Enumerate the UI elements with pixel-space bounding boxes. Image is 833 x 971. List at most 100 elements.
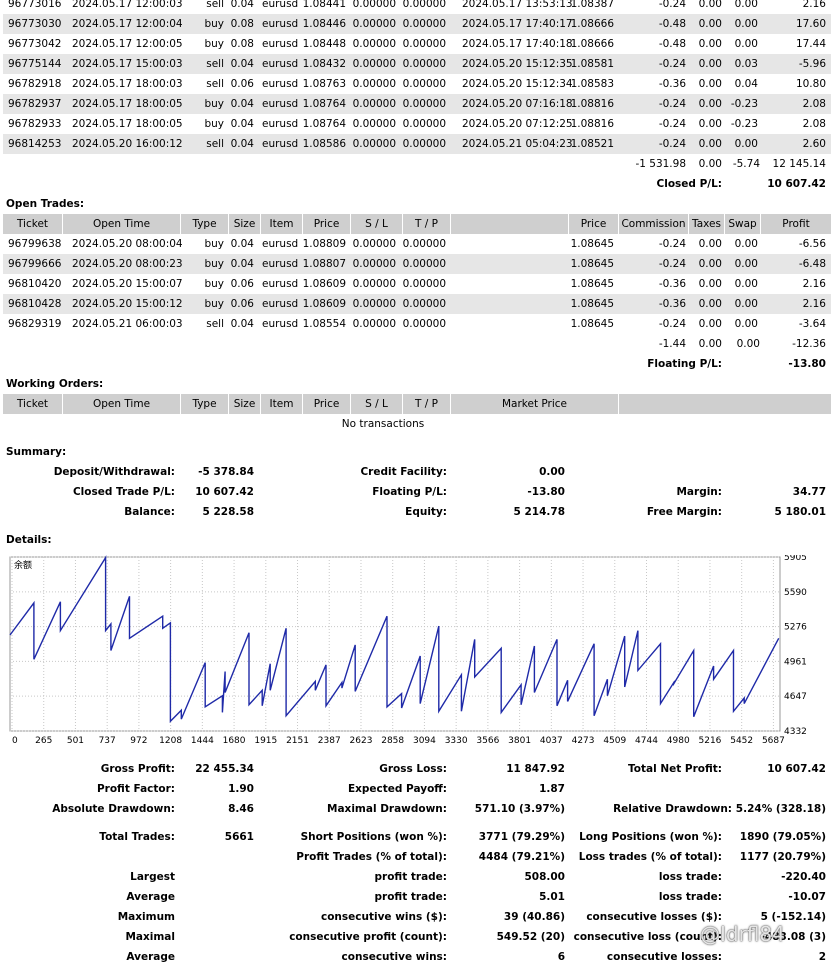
cell-price: 1.08763: [302, 78, 346, 90]
cell-taxes: 0.00: [698, 18, 722, 30]
working-orders-header: Ticket Open Time Type Size Item Price S …: [3, 394, 831, 414]
open-total-taxes: 0.00: [698, 338, 722, 350]
col-item[interactable]: Item: [261, 394, 303, 414]
col-market-price[interactable]: Price: [569, 214, 619, 234]
cell-open-time: 2024.05.17 18:00:05: [72, 118, 183, 130]
max-consecutive-wins-value: 39 (40.86): [503, 911, 565, 923]
table-row[interactable]: 96782937 2024.05.17 18:00:05 buy 0.04 eurusd…: [3, 94, 831, 114]
table-row[interactable]: 96782918 2024.05.17 18:00:03 sell 0.06 eurus…: [3, 74, 831, 94]
cell-type: buy: [204, 38, 224, 50]
col-type[interactable]: Type: [181, 214, 229, 234]
cell-commission: -0.24: [658, 258, 686, 270]
cell-type: buy: [204, 298, 224, 310]
free-margin-label: Free Margin:: [646, 506, 722, 518]
cell-close-price: 1.08521: [570, 138, 614, 150]
gross-profit-label: Gross Profit:: [100, 763, 175, 775]
cell-swap: -0.23: [730, 118, 758, 130]
cell-ticket: 96829319: [8, 318, 62, 330]
cell-commission: -0.24: [658, 118, 686, 130]
cell-close-price: 1.08816: [570, 118, 614, 130]
col-sl[interactable]: S / L: [351, 214, 403, 234]
cell-close-time: 2024.05.20 07:12:25: [462, 118, 573, 130]
average-label: Average: [126, 891, 175, 903]
cell-swap: 0.00: [734, 238, 758, 250]
max-consecutive-wins-label: consecutive wins ($):: [320, 911, 447, 923]
balance-chart: 0 265 501 737 972 1208 1444 1680 1915 2151 2387 262…: [6, 553, 828, 750]
cell-ticket: 96799666: [8, 258, 62, 270]
col-commission[interactable]: Commission: [619, 214, 689, 234]
x-tick-label: 4509: [603, 736, 626, 746]
cell-size: 0.04: [230, 58, 254, 70]
table-row[interactable]: 96773042 2024.05.17 12:00:05 buy 0.08 eurusd…: [3, 34, 831, 54]
cell-sl: 0.00000: [352, 118, 396, 130]
cell-ticket: 96773016: [8, 0, 62, 10]
table-row[interactable]: 96829319 2024.05.21 06:00:03 sell 0.04 eurus…: [3, 314, 831, 334]
table-row[interactable]: 96799638 2024.05.20 08:00:04 buy 0.04 eurusd…: [3, 234, 831, 254]
table-row[interactable]: 96814253 2024.05.20 16:00:12 sell 0.04 eurus…: [3, 134, 831, 154]
gross-profit-value: 22 455.34: [195, 763, 254, 775]
cell-profit: 2.08: [802, 98, 826, 110]
cell-tp: 0.00000: [402, 118, 446, 130]
table-row[interactable]: 96782933 2024.05.17 18:00:05 buy 0.04 eurusd…: [3, 114, 831, 134]
table-row[interactable]: 96775144 2024.05.17 15:00:03 sell 0.04 eurus…: [3, 54, 831, 74]
cell-ticket: 96782933: [8, 118, 62, 130]
cell-type: buy: [204, 278, 224, 290]
col-ticket[interactable]: Ticket: [3, 394, 63, 414]
equity-label: Equity:: [405, 506, 447, 518]
col-taxes[interactable]: Taxes: [689, 214, 725, 234]
cell-taxes: 0.00: [698, 318, 722, 330]
col-sl[interactable]: S / L: [351, 394, 403, 414]
col-price[interactable]: Price: [303, 394, 351, 414]
cell-sl: 0.00000: [352, 278, 396, 290]
table-row[interactable]: 96810428 2024.05.20 15:00:12 buy 0.06 eurusd…: [3, 294, 831, 314]
cell-item: eurusd: [262, 318, 299, 330]
cell-taxes: 0.00: [698, 238, 722, 250]
col-type[interactable]: Type: [181, 394, 229, 414]
x-tick-label: 1915: [254, 736, 277, 746]
table-row[interactable]: 96810420 2024.05.20 15:00:07 buy 0.06 eurusd…: [3, 274, 831, 294]
floating-value: -13.80: [527, 486, 565, 498]
col-swap[interactable]: Swap: [725, 214, 761, 234]
col-price[interactable]: Price: [303, 214, 351, 234]
largest-label: Largest: [130, 871, 175, 883]
x-tick-label: 501: [67, 736, 84, 746]
cell-type: buy: [204, 118, 224, 130]
plot-area: [9, 556, 781, 732]
cell-tp: 0.00000: [402, 58, 446, 70]
cell-close-time: 2024.05.20 07:16:18: [462, 98, 573, 110]
cell-size: 0.04: [230, 238, 254, 250]
cell-swap: 0.00: [734, 0, 758, 10]
cell-close-time: 2024.05.17 13:53:13: [462, 0, 573, 10]
col-profit[interactable]: Profit: [761, 214, 831, 234]
col-market-price[interactable]: Market Price: [451, 394, 619, 414]
largest-profit-value: 508.00: [524, 871, 565, 883]
col-tp[interactable]: T / P: [403, 214, 451, 234]
col-tp[interactable]: T / P: [403, 394, 451, 414]
col-open-time[interactable]: Open Time: [63, 214, 181, 234]
absolute-drawdown-label: Absolute Drawdown:: [52, 803, 175, 815]
cell-ticket: 96775144: [8, 58, 62, 70]
table-row[interactable]: 96773030 2024.05.17 12:00:04 buy 0.08 eurusd…: [3, 14, 831, 34]
cell-sl: 0.00000: [352, 38, 396, 50]
col-item[interactable]: Item: [261, 214, 303, 234]
cell-mprice: 1.08645: [570, 278, 614, 290]
col-size[interactable]: Size: [229, 214, 261, 234]
cell-sl: 0.00000: [352, 0, 396, 10]
cell-taxes: 0.00: [698, 58, 722, 70]
col-ticket[interactable]: Ticket: [3, 214, 63, 234]
table-row[interactable]: 96773016 2024.05.17 12:00:03 sell 0.04 eurus…: [3, 0, 831, 14]
cell-type: sell: [206, 138, 224, 150]
col-size[interactable]: Size: [229, 394, 261, 414]
x-tick-label: 4980: [667, 736, 690, 746]
open-total-profit: -12.36: [792, 338, 826, 350]
open-total-swap: 0.00: [736, 338, 760, 350]
closed-total-taxes: 0.00: [698, 158, 722, 170]
loss-trades-label: Loss trades (% of total):: [578, 851, 722, 863]
y-tick-label: 4647: [784, 692, 807, 702]
cell-price: 1.08554: [302, 318, 346, 330]
col-open-time[interactable]: Open Time: [63, 394, 181, 414]
cell-type: sell: [206, 318, 224, 330]
table-row[interactable]: 96799666 2024.05.20 08:00:23 buy 0.04 eurusd…: [3, 254, 831, 274]
cell-tp: 0.00000: [402, 138, 446, 150]
x-tick-label: 3330: [445, 736, 468, 746]
